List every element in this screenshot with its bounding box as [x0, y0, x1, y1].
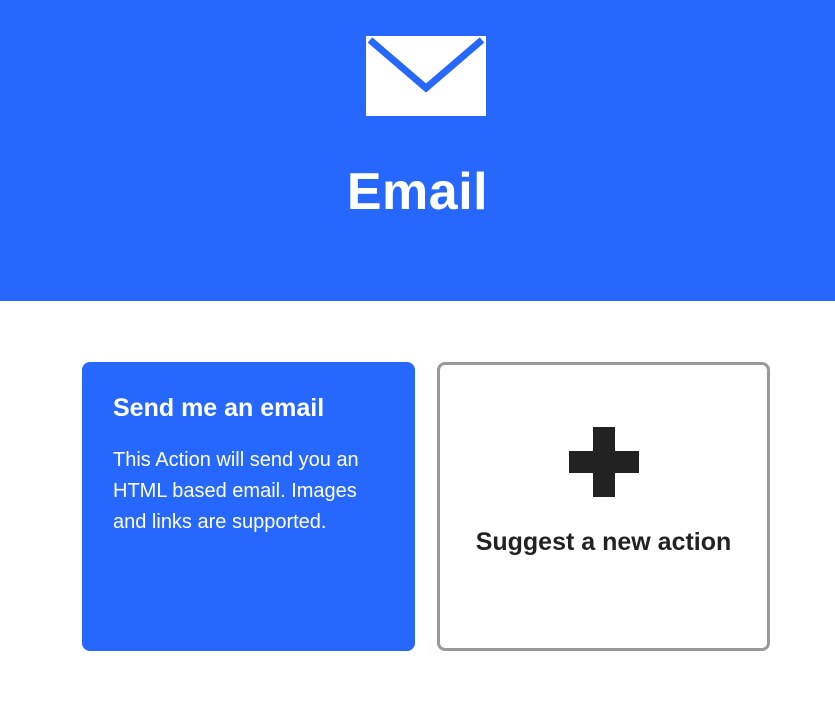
suggest-action-card[interactable]: Suggest a new action [437, 362, 770, 651]
page-title: Email [346, 163, 489, 221]
service-header: Email [0, 0, 835, 301]
action-card-description: This Action will send you an HTML based … [113, 449, 359, 533]
action-card-send-email[interactable]: Send me an email This Action will send y… [82, 362, 415, 651]
plus-icon [569, 427, 639, 497]
envelope-icon [366, 36, 486, 116]
suggest-action-label: Suggest a new action [475, 528, 732, 556]
action-card-title: Send me an email [113, 394, 325, 422]
